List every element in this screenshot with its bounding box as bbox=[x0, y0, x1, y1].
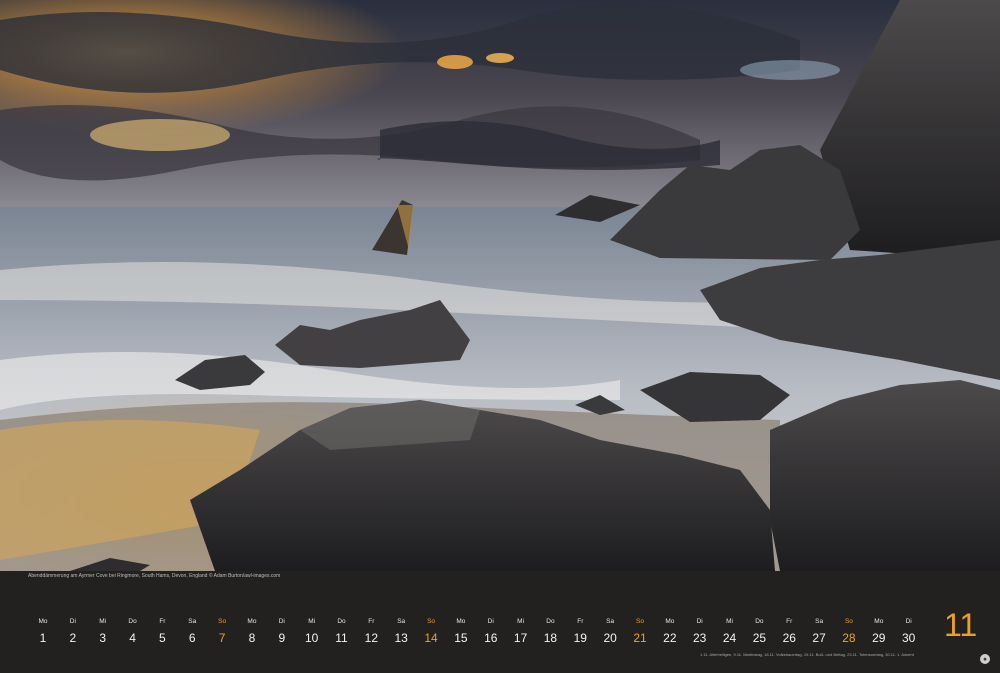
day-number: 25 bbox=[752, 631, 767, 645]
day-cell: Mi 10 bbox=[297, 618, 327, 646]
month-number: 11 bbox=[944, 607, 978, 643]
weekday-label: Mi bbox=[726, 618, 733, 625]
day-cell: Do 25 bbox=[744, 618, 774, 646]
weekday-label: Mo bbox=[247, 618, 257, 625]
day-number: 10 bbox=[304, 631, 319, 645]
day-cell: Sa 6 bbox=[177, 618, 207, 646]
day-number: 18 bbox=[543, 631, 558, 645]
weekday-label: Do bbox=[755, 618, 764, 625]
weekday-label: So bbox=[218, 618, 227, 625]
weekday-label: Fr bbox=[786, 618, 793, 625]
day-number: 3 bbox=[99, 631, 107, 645]
day-cell: Di 23 bbox=[685, 618, 715, 646]
weekday-label: Sa bbox=[606, 618, 615, 625]
day-number: 19 bbox=[573, 631, 587, 645]
day-cell: So 28 bbox=[834, 618, 864, 646]
day-cell: Fr 26 bbox=[774, 618, 804, 646]
day-cell: Do 11 bbox=[327, 618, 357, 646]
day-number: 30 bbox=[901, 631, 916, 645]
weekday-label: Di bbox=[278, 618, 285, 625]
day-number: 17 bbox=[513, 631, 528, 645]
day-number: 12 bbox=[364, 631, 379, 645]
day-cell: Sa 13 bbox=[386, 618, 416, 646]
weekday-label: Mo bbox=[456, 618, 466, 625]
day-cell: Fr 19 bbox=[565, 618, 595, 646]
day-cell: Mo 15 bbox=[446, 618, 476, 646]
weekday-label: Do bbox=[337, 618, 346, 625]
day-number: 23 bbox=[693, 631, 707, 645]
weekday-label: Sa bbox=[397, 618, 406, 625]
day-cell: Fr 12 bbox=[356, 618, 386, 646]
weekday-label: Di bbox=[69, 618, 76, 625]
day-cell: So 14 bbox=[416, 618, 446, 646]
day-cell: Mi 24 bbox=[715, 618, 745, 646]
calendar-strip: Abenddämmerung am Ayrmer Cove bei Ringmo… bbox=[0, 571, 1000, 673]
day-number: 27 bbox=[812, 631, 826, 645]
day-number: 2 bbox=[69, 631, 77, 645]
weekday-label: So bbox=[636, 618, 644, 625]
day-row: Mo 1 Di 2 Mi 3 Do 4 Fr 5 Sa 6 So 7 Mo 8 Di 9 Mi 10 Do 11 Fr 12 S… bbox=[28, 618, 928, 648]
landscape-photo bbox=[0, 0, 1000, 571]
day-cell: Mo 22 bbox=[655, 618, 685, 646]
day-number: 24 bbox=[722, 631, 737, 645]
weekday-label: Di bbox=[487, 618, 494, 625]
weekday-label: Mi bbox=[308, 618, 316, 625]
weekday-label: Mi bbox=[99, 618, 107, 625]
day-number: 4 bbox=[129, 631, 136, 645]
day-number: 13 bbox=[394, 631, 408, 645]
day-cell: Mi 17 bbox=[506, 618, 536, 646]
day-number: 6 bbox=[188, 631, 196, 645]
weekday-label: Sa bbox=[188, 618, 197, 625]
day-cell: Mo 29 bbox=[864, 618, 894, 646]
day-number: 9 bbox=[278, 631, 286, 645]
calendar-page: Abenddämmerung am Ayrmer Cove bei Ringmo… bbox=[0, 0, 1000, 673]
day-number: 20 bbox=[603, 631, 617, 645]
day-cell: Sa 27 bbox=[804, 618, 834, 646]
day-cell: Di 9 bbox=[267, 618, 297, 646]
day-cell: Fr 5 bbox=[147, 618, 177, 646]
day-cell: Di 16 bbox=[476, 618, 506, 646]
day-number: 8 bbox=[248, 631, 256, 645]
weekday-label: Di bbox=[696, 618, 703, 625]
day-cell: Sa 20 bbox=[595, 618, 625, 646]
day-number: 26 bbox=[782, 631, 796, 645]
weekday-label: Mi bbox=[517, 618, 525, 625]
weekday-label: Fr bbox=[159, 618, 166, 625]
weekday-label: Mo bbox=[874, 618, 884, 625]
day-cell: Mo 1 bbox=[28, 618, 58, 646]
day-number: 16 bbox=[484, 631, 498, 645]
weekday-label: Do bbox=[128, 618, 137, 625]
weekday-label: So bbox=[427, 618, 436, 625]
day-number: 14 bbox=[424, 631, 438, 645]
day-number: 5 bbox=[159, 631, 166, 645]
day-cell: Di 30 bbox=[894, 618, 924, 646]
day-number: 11 bbox=[335, 631, 348, 645]
day-cell: Mo 8 bbox=[237, 618, 267, 646]
weekday-label: Fr bbox=[368, 618, 375, 625]
day-number: 28 bbox=[842, 631, 856, 645]
day-cell: Do 18 bbox=[535, 618, 565, 646]
weekday-label: Di bbox=[905, 618, 912, 625]
weekday-label: Mo bbox=[38, 618, 48, 625]
day-number: 1 bbox=[39, 631, 47, 645]
holidays-note: 1.11. Allerheiligen, 9.11. Martinstag, 1… bbox=[700, 652, 914, 657]
day-number: 15 bbox=[454, 631, 468, 645]
day-cell: Di 2 bbox=[58, 618, 88, 646]
day-number: 21 bbox=[633, 631, 647, 645]
photo-caption: Abenddämmerung am Ayrmer Cove bei Ringmo… bbox=[28, 573, 281, 579]
weekday-label: So bbox=[844, 618, 853, 625]
day-cell: So 7 bbox=[207, 618, 237, 646]
day-number: 22 bbox=[663, 631, 677, 645]
day-number: 29 bbox=[872, 631, 886, 645]
weekday-label: Mo bbox=[665, 618, 675, 625]
day-cell: Do 4 bbox=[118, 618, 148, 646]
day-cell: So 21 bbox=[625, 618, 655, 646]
publisher-logo: ◉ bbox=[980, 654, 990, 664]
day-number: 7 bbox=[218, 631, 226, 645]
day-cell: Mi 3 bbox=[88, 618, 118, 646]
weekday-label: Do bbox=[546, 618, 555, 625]
weekday-label: Sa bbox=[815, 618, 824, 625]
weekday-label: Fr bbox=[577, 618, 584, 625]
